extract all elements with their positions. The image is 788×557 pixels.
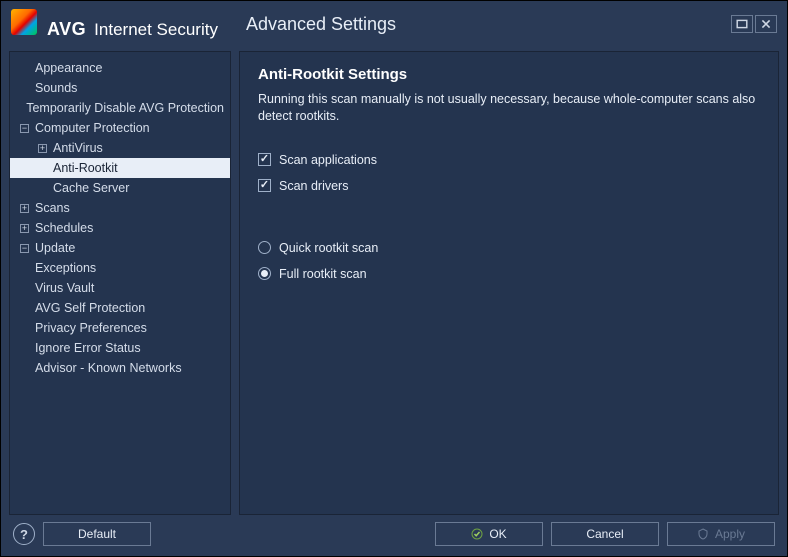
tree-item-privacy-preferences[interactable]: Privacy Preferences [10, 318, 230, 338]
app-logo: AVG Internet Security [11, 9, 218, 40]
close-icon [760, 18, 772, 30]
tree-spacer [20, 324, 29, 333]
default-button-label: Default [78, 527, 116, 541]
tree-item-sounds[interactable]: Sounds [10, 78, 230, 98]
tree-item-label: AntiVirus [53, 141, 103, 155]
shield-icon [697, 528, 709, 540]
tree-item-label: Update [35, 241, 75, 255]
tree-item-antivirus[interactable]: + AntiVirus [10, 138, 230, 158]
checkbox-icon [258, 153, 271, 166]
help-button[interactable]: ? [13, 523, 35, 545]
cancel-button[interactable]: Cancel [551, 522, 659, 546]
apply-button[interactable]: Apply [667, 522, 775, 546]
radio-icon [258, 267, 271, 280]
tree-item-label: Temporarily Disable AVG Protection [26, 101, 224, 115]
brand-suffix: Internet Security [94, 20, 218, 40]
tree-item-label: Cache Server [53, 181, 129, 195]
maximize-icon [736, 18, 748, 30]
tree-item-label: Sounds [35, 81, 77, 95]
tree-item-cache-server[interactable]: Cache Server [10, 178, 230, 198]
ok-check-icon [471, 528, 483, 540]
cancel-button-label: Cancel [586, 527, 623, 541]
radio-label: Full rootkit scan [279, 267, 367, 281]
tree-item-label: Appearance [35, 61, 102, 75]
ok-button-label: OK [489, 527, 506, 541]
checkbox-scan-drivers[interactable]: Scan drivers [258, 179, 760, 193]
tree-item-ignore-error-status[interactable]: Ignore Error Status [10, 338, 230, 358]
tree-item-avg-self-protection[interactable]: AVG Self Protection [10, 298, 230, 318]
expand-icon[interactable]: + [20, 224, 29, 233]
tree-spacer [20, 304, 29, 313]
tree-spacer [20, 364, 29, 373]
panel-description: Running this scan manually is not usuall… [258, 91, 760, 125]
expand-icon[interactable]: + [20, 204, 29, 213]
tree-item-computer-protection[interactable]: −Computer Protection [10, 118, 230, 138]
settings-panel: Anti-Rootkit Settings Running this scan … [239, 51, 779, 515]
radio-quick-rootkit-scan[interactable]: Quick rootkit scan [258, 241, 760, 255]
tree-spacer [20, 264, 29, 273]
collapse-icon[interactable]: − [20, 244, 29, 253]
brand-prefix: AVG [47, 19, 86, 40]
tree-item-update[interactable]: −Update [10, 238, 230, 258]
tree-item-advisor-known-networks[interactable]: Advisor - Known Networks [10, 358, 230, 378]
maximize-button[interactable] [731, 15, 753, 33]
close-button[interactable] [755, 15, 777, 33]
ok-button[interactable]: OK [435, 522, 543, 546]
tree-item-temporarily-disable-avg-protection[interactable]: Temporarily Disable AVG Protection [10, 98, 230, 118]
tree-spacer [20, 344, 29, 353]
checkbox-label: Scan drivers [279, 179, 348, 193]
panel-heading: Anti-Rootkit Settings [258, 66, 760, 83]
settings-tree: Appearance Sounds Temporarily Disable AVG … [9, 51, 231, 515]
tree-item-label: Ignore Error Status [35, 341, 141, 355]
tree-item-virus-vault[interactable]: Virus Vault [10, 278, 230, 298]
tree-spacer [38, 164, 47, 173]
tree-item-scans[interactable]: + Scans [10, 198, 230, 218]
tree-spacer [20, 284, 29, 293]
title-bar: AVG Internet Security Advanced Settings [1, 1, 787, 47]
tree-item-label: Anti-Rootkit [53, 161, 118, 175]
tree-spacer [20, 84, 29, 93]
tree-item-anti-rootkit[interactable]: Anti-Rootkit [10, 158, 230, 178]
tree-item-label: Computer Protection [35, 121, 150, 135]
expand-icon[interactable]: + [38, 144, 47, 153]
tree-item-label: Exceptions [35, 261, 96, 275]
checkbox-label: Scan applications [279, 153, 377, 167]
footer-bar: ? Default OK Cancel Apply [1, 515, 787, 553]
collapse-icon[interactable]: − [20, 124, 29, 133]
radio-full-rootkit-scan[interactable]: Full rootkit scan [258, 267, 760, 281]
tree-item-schedules[interactable]: + Schedules [10, 218, 230, 238]
window-controls [731, 15, 777, 33]
radio-icon [258, 241, 271, 254]
tree-spacer [38, 184, 47, 193]
tree-item-label: Advisor - Known Networks [35, 361, 182, 375]
checkbox-scan-applications[interactable]: Scan applications [258, 153, 760, 167]
tree-spacer [20, 64, 29, 73]
tree-item-label: Privacy Preferences [35, 321, 147, 335]
tree-item-label: AVG Self Protection [35, 301, 145, 315]
default-button[interactable]: Default [43, 522, 151, 546]
help-icon: ? [20, 527, 28, 542]
checkbox-icon [258, 179, 271, 192]
tree-item-exceptions[interactable]: Exceptions [10, 258, 230, 278]
tree-item-label: Virus Vault [35, 281, 94, 295]
apply-button-label: Apply [715, 527, 745, 541]
section-title: Advanced Settings [246, 14, 396, 35]
tree-item-label: Schedules [35, 221, 93, 235]
tree-item-appearance[interactable]: Appearance [10, 58, 230, 78]
radio-label: Quick rootkit scan [279, 241, 378, 255]
avg-logo-icon [11, 9, 37, 35]
tree-item-label: Scans [35, 201, 70, 215]
